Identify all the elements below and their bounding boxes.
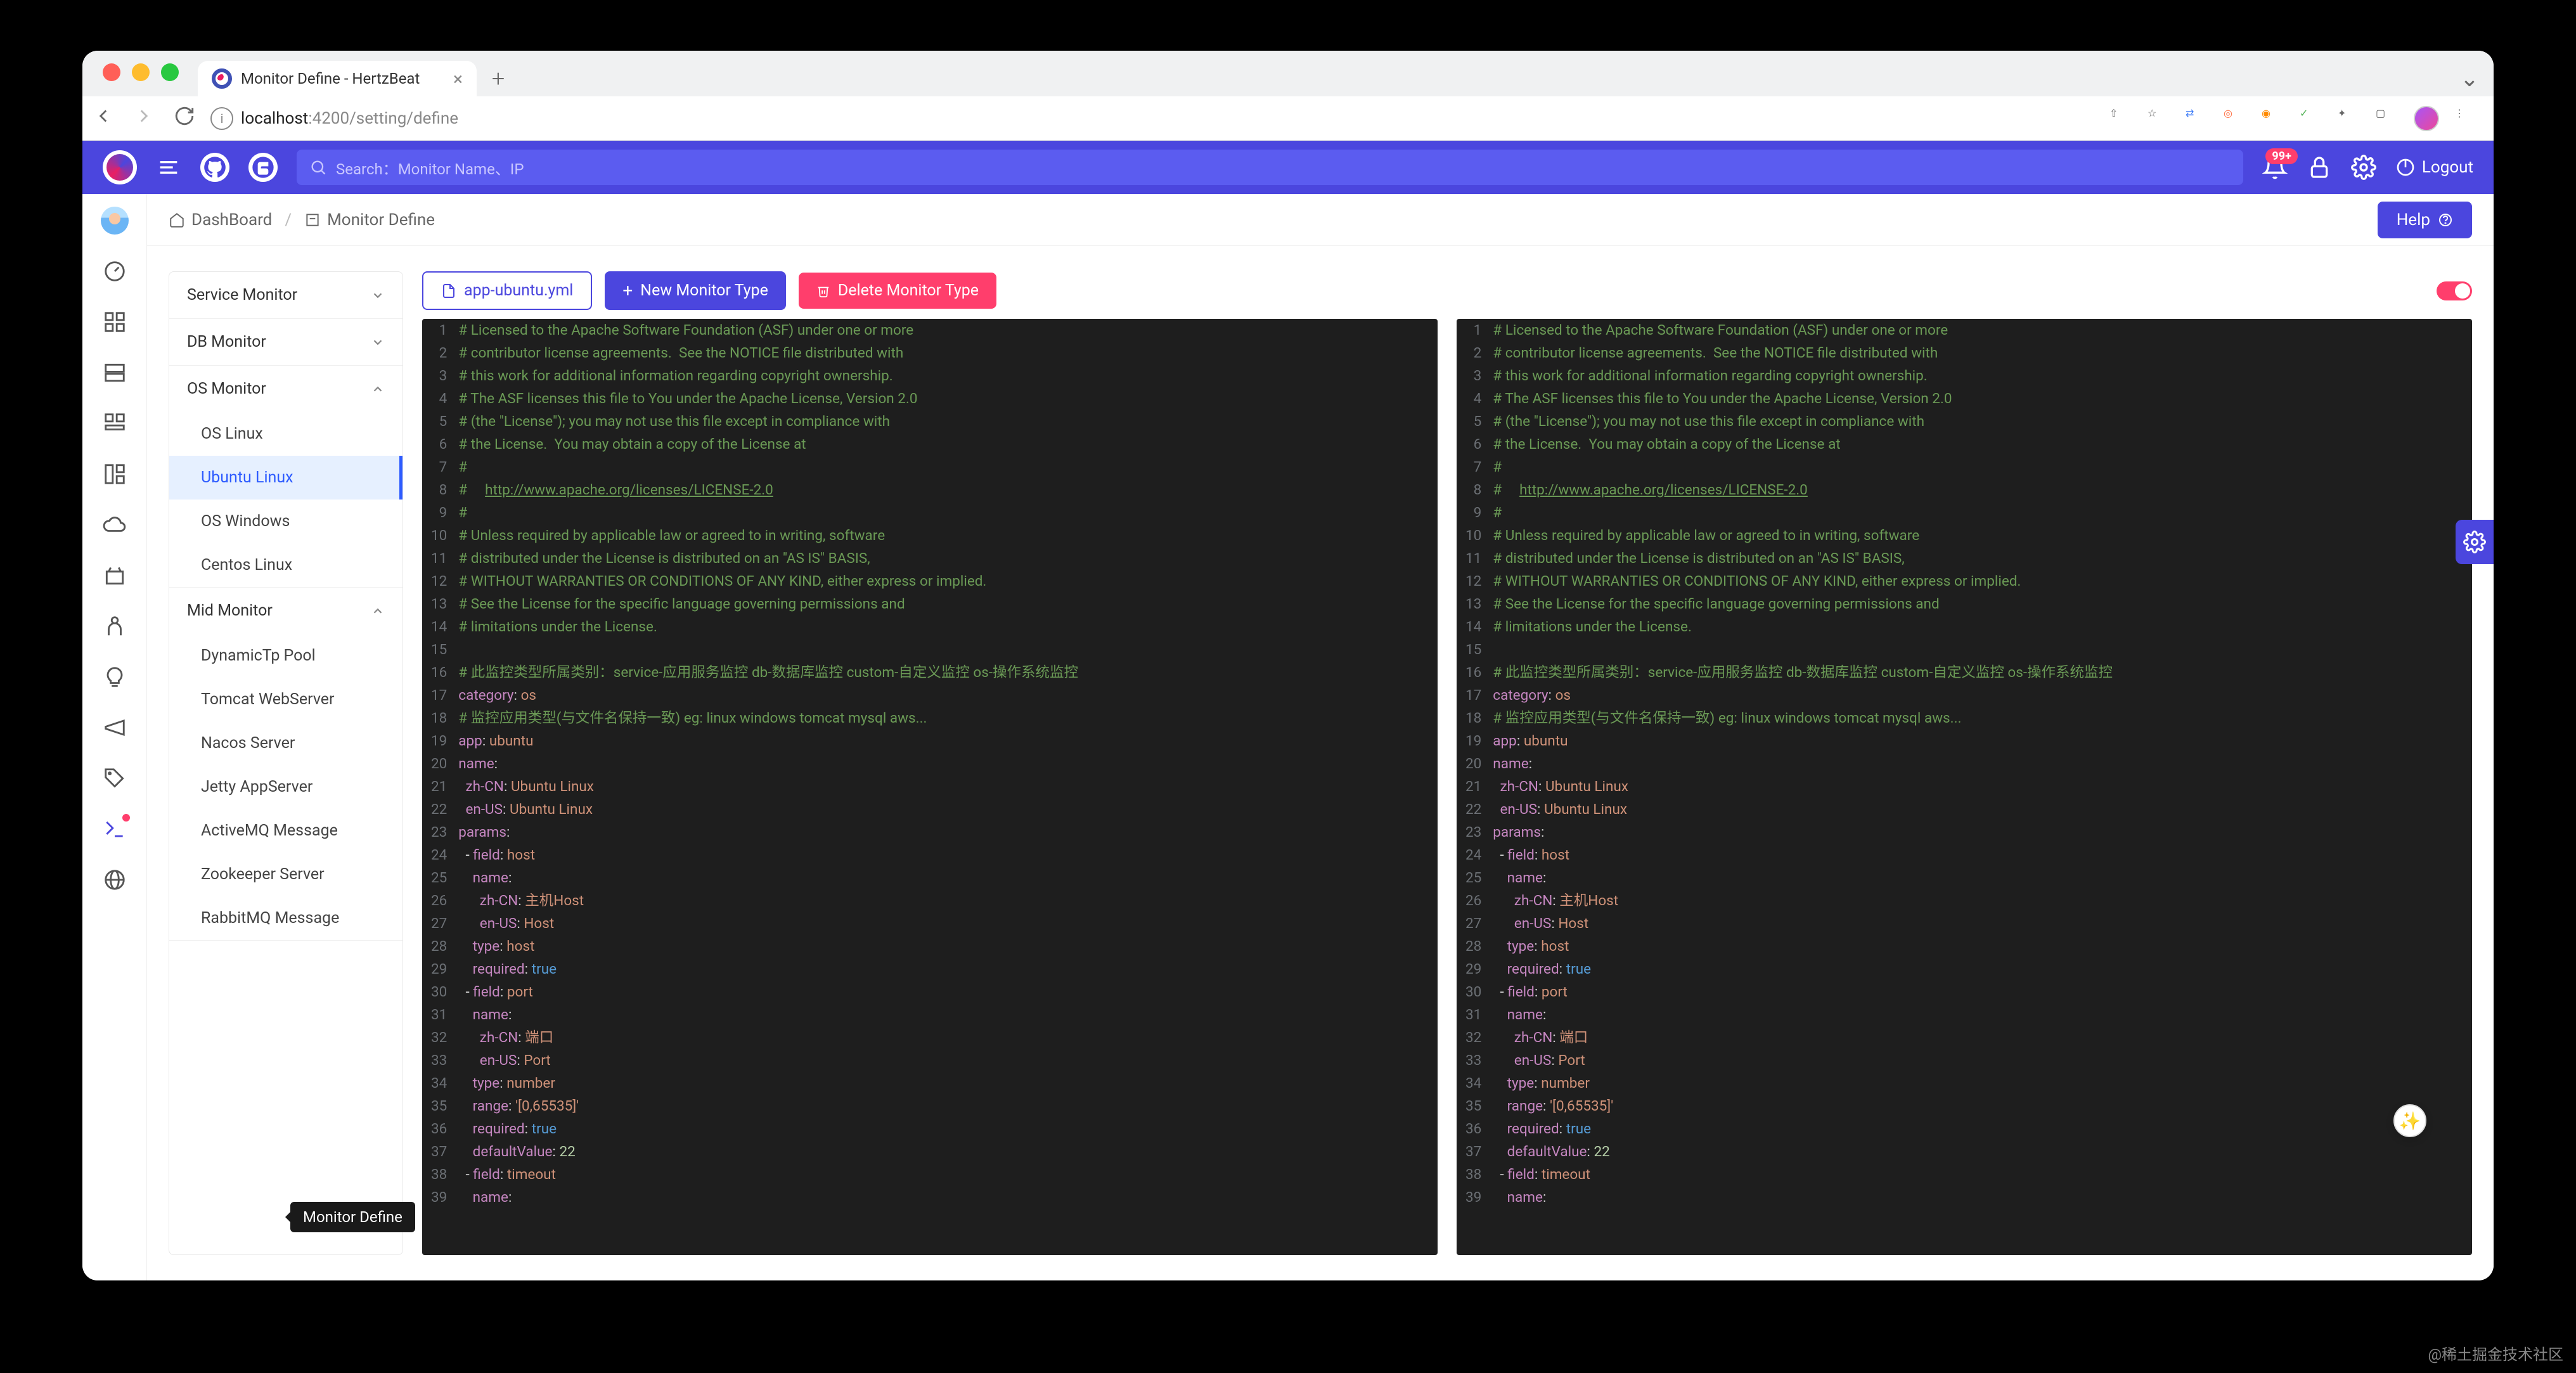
sidebar-item[interactable]: Zookeeper Server bbox=[169, 853, 402, 896]
share-icon[interactable]: ⇧ bbox=[2109, 107, 2132, 130]
puzzle-icon[interactable]: ✦ bbox=[2338, 107, 2360, 130]
notification-dot bbox=[122, 814, 130, 822]
lock-icon[interactable] bbox=[2307, 155, 2332, 180]
rail-globe[interactable] bbox=[101, 866, 129, 894]
sidebar-item[interactable]: RabbitMQ Message bbox=[169, 896, 402, 940]
menu-toggle-icon[interactable] bbox=[156, 155, 181, 180]
sidebar-group[interactable]: OS Monitor bbox=[169, 366, 402, 412]
app-header: Search：Monitor Name、IP 99+ Logout bbox=[82, 141, 2494, 194]
close-window-icon[interactable] bbox=[103, 63, 120, 81]
sidebar-group[interactable]: Service Monitor bbox=[169, 272, 402, 318]
rail-user[interactable] bbox=[101, 207, 129, 235]
monitor-type-tree[interactable]: Service MonitorDB MonitorOS MonitorOS Li… bbox=[169, 271, 403, 1255]
rail-tag[interactable] bbox=[101, 764, 129, 792]
breadcrumb-current: Monitor Define bbox=[304, 210, 435, 229]
bookmark-icon[interactable]: ☆ bbox=[2148, 107, 2170, 130]
sidebar-item[interactable]: Jetty AppServer bbox=[169, 765, 402, 809]
url-text: localhost:4200/setting/define bbox=[241, 109, 458, 128]
user-avatar-icon bbox=[101, 207, 129, 235]
reload-button[interactable] bbox=[174, 105, 195, 132]
maximize-window-icon[interactable] bbox=[161, 63, 179, 81]
new-monitor-type-button[interactable]: +New Monitor Type bbox=[605, 271, 785, 310]
notification-badge: 99+ bbox=[2265, 148, 2297, 164]
notification-icon[interactable]: 99+ bbox=[2262, 155, 2288, 180]
settings-drawer-tab[interactable] bbox=[2456, 520, 2494, 564]
delete-monitor-type-button[interactable]: Delete Monitor Type bbox=[799, 273, 996, 309]
rail-cloud[interactable] bbox=[101, 511, 129, 539]
rail-broadcast[interactable] bbox=[101, 714, 129, 742]
brand-logo-icon[interactable] bbox=[103, 150, 137, 184]
minimize-window-icon[interactable] bbox=[132, 63, 150, 81]
watermark: @稀土掘金技术社区 bbox=[2428, 1342, 2563, 1364]
magic-fab-button[interactable]: ✨ bbox=[2393, 1104, 2426, 1137]
rail-monitor-define[interactable] bbox=[101, 815, 129, 843]
rail-alert[interactable] bbox=[101, 562, 129, 590]
gitee-icon[interactable] bbox=[248, 153, 278, 182]
rail-grid[interactable] bbox=[101, 308, 129, 336]
breadcrumb-separator: / bbox=[285, 210, 292, 229]
editor-toolbar: app-ubuntu.yml +New Monitor Type Delete … bbox=[422, 271, 2472, 310]
back-button[interactable] bbox=[93, 105, 114, 132]
breadcrumb: DashBoard / Monitor Define Help bbox=[147, 194, 2494, 246]
extension-icon[interactable]: ✓ bbox=[2300, 107, 2322, 130]
sidebar-item[interactable]: DynamicTp Pool bbox=[169, 634, 402, 678]
sidebar-item[interactable]: OS Linux bbox=[169, 412, 402, 456]
diff-toggle[interactable] bbox=[2437, 281, 2472, 300]
nav-rail bbox=[82, 194, 147, 1280]
rail-bell[interactable] bbox=[101, 612, 129, 640]
sidebar-item[interactable]: ActiveMQ Message bbox=[169, 809, 402, 853]
profile-avatar-icon[interactable] bbox=[2414, 106, 2439, 131]
rail-dashboard[interactable] bbox=[101, 257, 129, 285]
rail-idea[interactable] bbox=[101, 663, 129, 691]
tab-title: Monitor Define - HertzBeat bbox=[241, 70, 420, 87]
browser-url-bar: i localhost:4200/setting/define ⇧ ☆ ⇄ ◎ … bbox=[82, 96, 2494, 141]
new-tab-button[interactable]: + bbox=[483, 63, 513, 94]
sidebar-group[interactable]: DB Monitor bbox=[169, 319, 402, 365]
tab-close-icon[interactable]: × bbox=[453, 68, 463, 89]
search-input[interactable]: Search：Monitor Name、IP bbox=[297, 150, 2243, 185]
sidebar-item[interactable]: Tomcat WebServer bbox=[169, 678, 402, 721]
rail-os[interactable] bbox=[101, 460, 129, 488]
browser-titlebar: Monitor Define - HertzBeat × + ⌄ bbox=[82, 51, 2494, 96]
sidebar-item[interactable]: Centos Linux bbox=[169, 543, 402, 587]
rail-tooltip: Monitor Define bbox=[290, 1202, 415, 1232]
window-icon[interactable]: ▢ bbox=[2376, 107, 2399, 130]
address-bar[interactable]: i localhost:4200/setting/define bbox=[210, 107, 2102, 130]
file-badge[interactable]: app-ubuntu.yml bbox=[422, 271, 592, 310]
code-editor-left[interactable]: 1# Licensed to the Apache Software Found… bbox=[422, 319, 1438, 1255]
logout-button[interactable]: Logout bbox=[2395, 157, 2473, 177]
extension-icon[interactable]: ◉ bbox=[2262, 107, 2284, 130]
extension-icon[interactable]: ◎ bbox=[2224, 107, 2246, 130]
menu-icon[interactable]: ⋮ bbox=[2454, 107, 2477, 130]
site-info-icon[interactable]: i bbox=[210, 107, 233, 130]
code-editor-right[interactable]: 1# Licensed to the Apache Software Found… bbox=[1457, 319, 2472, 1255]
sidebar-item[interactable]: OS Windows bbox=[169, 500, 402, 543]
search-placeholder: Search：Monitor Name、IP bbox=[336, 157, 524, 179]
github-icon[interactable] bbox=[200, 153, 229, 182]
rail-server[interactable] bbox=[101, 359, 129, 387]
forward-button[interactable] bbox=[133, 105, 155, 132]
extension-icon[interactable]: ⇄ bbox=[2186, 107, 2208, 130]
browser-tab[interactable]: Monitor Define - HertzBeat × bbox=[198, 61, 477, 96]
sidebar-item[interactable]: Nacos Server bbox=[169, 721, 402, 765]
favicon-icon bbox=[212, 68, 232, 89]
sidebar-item[interactable]: Ubuntu Linux bbox=[169, 456, 402, 500]
breadcrumb-dashboard[interactable]: DashBoard bbox=[169, 210, 272, 229]
settings-icon[interactable] bbox=[2351, 155, 2376, 180]
tabs-dropdown-icon[interactable]: ⌄ bbox=[2454, 63, 2485, 94]
traffic-lights bbox=[103, 63, 179, 81]
sidebar-group[interactable]: Mid Monitor bbox=[169, 588, 402, 634]
browser-actions: ⇧ ☆ ⇄ ◎ ◉ ✓ ✦ ▢ ⋮ bbox=[2109, 106, 2477, 131]
help-button[interactable]: Help bbox=[2378, 202, 2472, 238]
rail-custom[interactable] bbox=[101, 409, 129, 437]
